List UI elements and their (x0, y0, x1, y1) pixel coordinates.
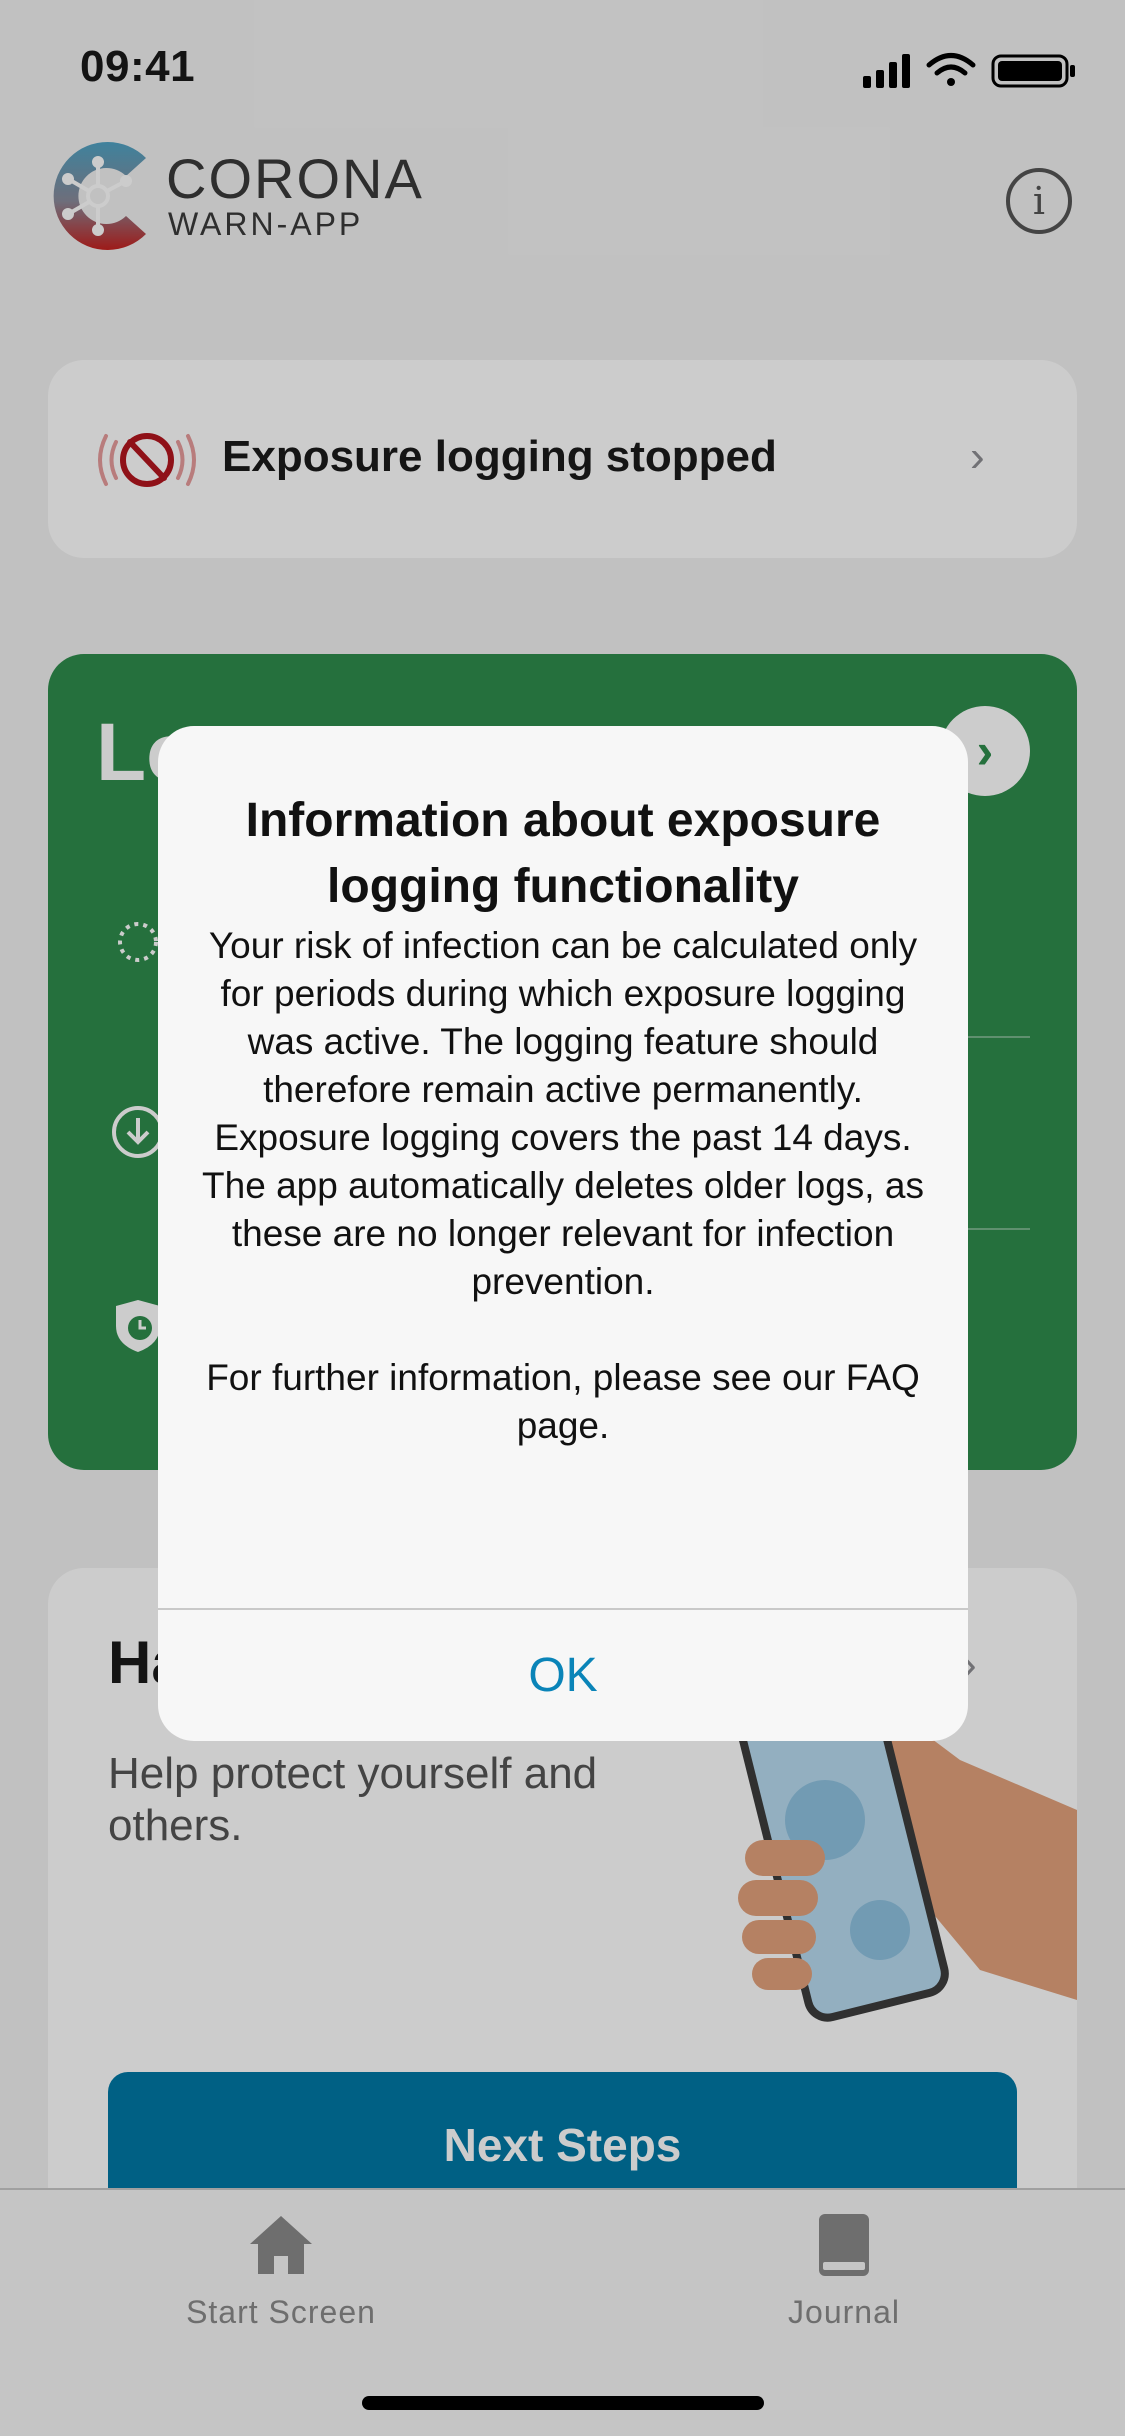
home-screen: 09:41 CORONA WARN-APP i Exposure logging… (0, 0, 1125, 2436)
info-alert-dialog: Information about exposure logging funct… (158, 726, 968, 1741)
alert-title: Information about exposure logging funct… (245, 794, 881, 913)
alert-ok-button[interactable]: OK (158, 1610, 968, 1741)
alert-message: Your risk of infection can be calculated… (202, 925, 924, 1446)
